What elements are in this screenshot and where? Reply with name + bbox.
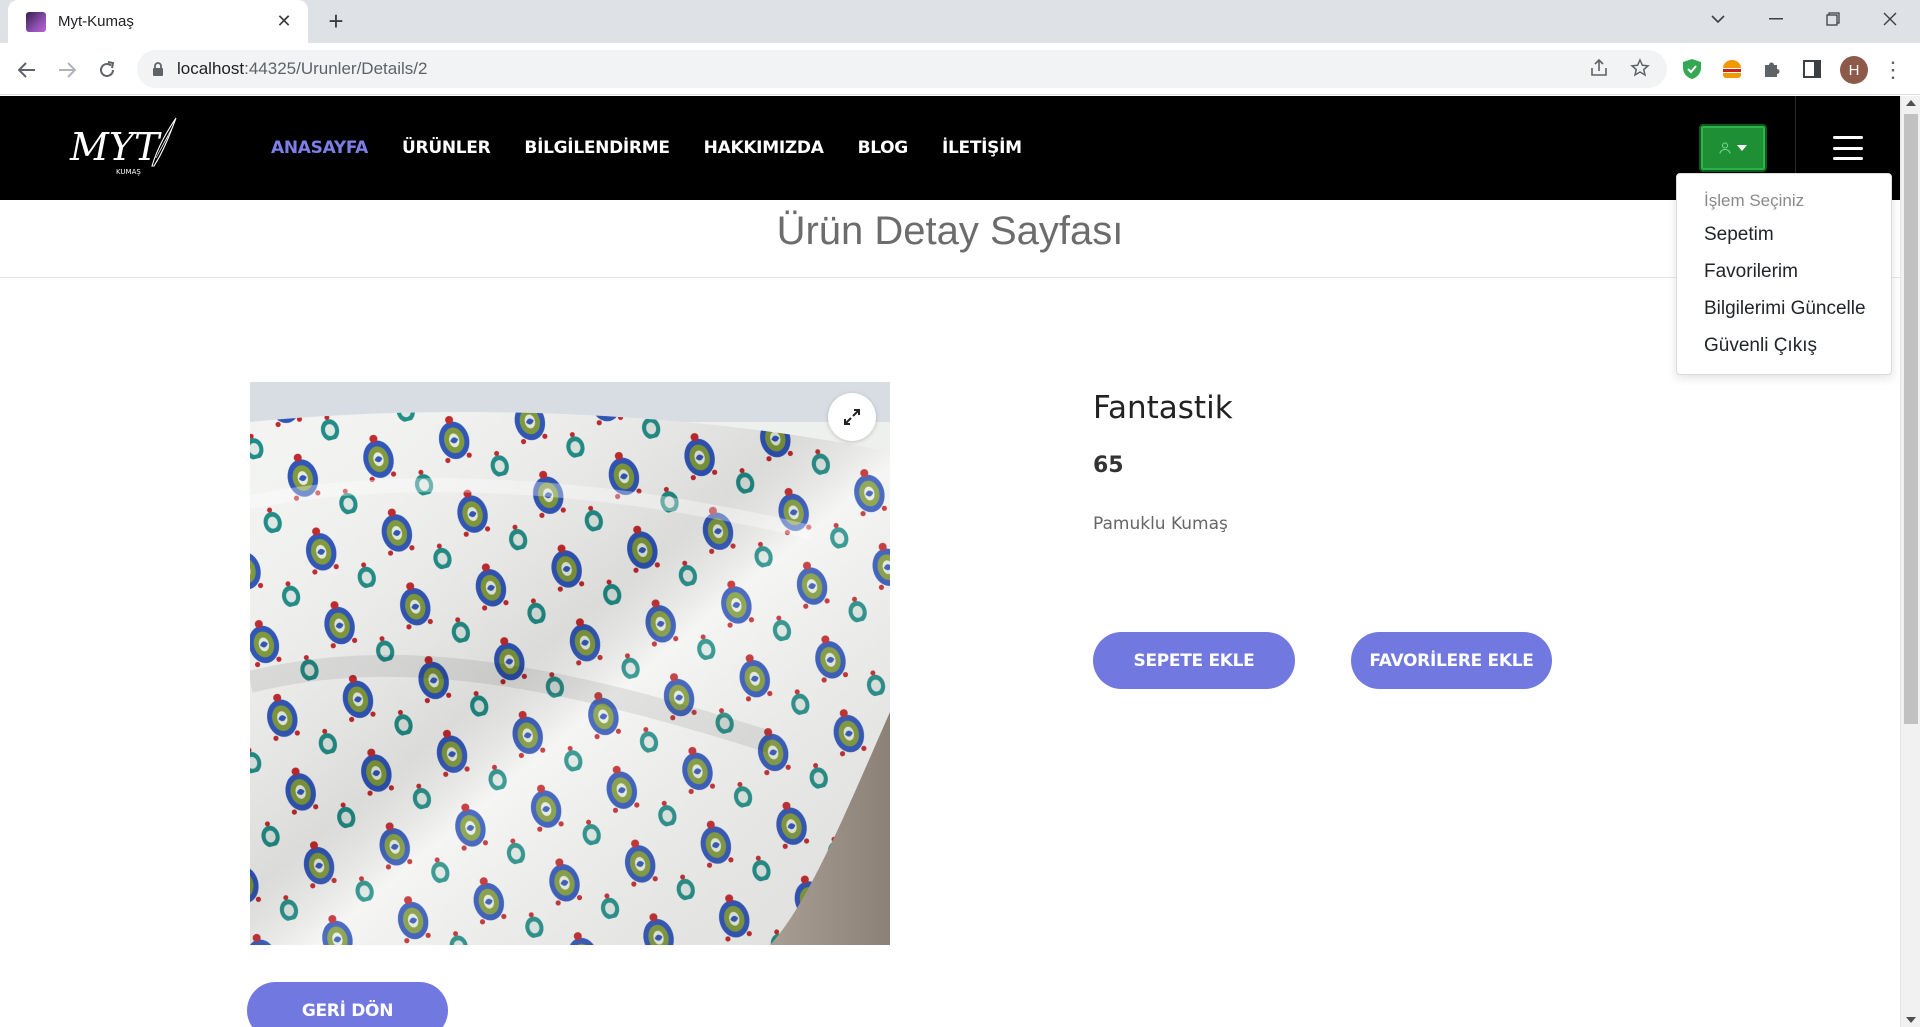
caret-down-icon bbox=[1737, 145, 1747, 151]
window-close-icon[interactable] bbox=[1862, 0, 1918, 38]
product-description: Pamuklu Kumaş bbox=[1093, 514, 1228, 534]
add-to-favorites-button[interactable]: FAVORİLERE EKLE bbox=[1351, 632, 1552, 689]
site-favicon-icon bbox=[26, 11, 46, 32]
dropdown-item-sepetim[interactable]: Sepetim bbox=[1677, 220, 1891, 257]
dropdown-header: İşlem Seçiniz bbox=[1704, 191, 1805, 210]
product-image[interactable] bbox=[250, 382, 890, 945]
page-viewport: MYT KUMAŞ ANASAYFA ÜRÜNLER BİLGİLENDİRME… bbox=[0, 96, 1920, 1027]
scroll-up-arrow-icon[interactable] bbox=[1906, 100, 1916, 106]
tab-title: Myt-Kumaş bbox=[58, 13, 134, 30]
url-text: localhost:44325/Urunler/Details/2 bbox=[177, 59, 428, 78]
tab-search-icon[interactable] bbox=[1690, 0, 1746, 38]
minimize-icon[interactable] bbox=[1748, 0, 1804, 38]
extensions-puzzle-icon[interactable] bbox=[1759, 56, 1785, 82]
user-menu-button[interactable] bbox=[1699, 124, 1767, 172]
nav-blog[interactable]: BLOG bbox=[858, 138, 909, 158]
page-title: Ürün Detay Sayfası bbox=[776, 209, 1124, 253]
user-icon bbox=[1719, 142, 1731, 154]
restore-icon[interactable] bbox=[1805, 0, 1861, 38]
browser-menu-icon[interactable]: ⋮ bbox=[1882, 55, 1904, 85]
forward-arrow-icon[interactable] bbox=[52, 55, 82, 85]
lock-icon bbox=[153, 62, 163, 76]
scroll-down-arrow-icon[interactable] bbox=[1906, 1017, 1916, 1023]
nav-urunler[interactable]: ÜRÜNLER bbox=[402, 138, 491, 158]
new-tab-icon[interactable]: + bbox=[322, 8, 350, 36]
burger-extension-icon[interactable] bbox=[1719, 56, 1745, 82]
user-dropdown-menu: İşlem Seçiniz Sepetim Favorilerim Bilgil… bbox=[1676, 173, 1892, 375]
product-name: Fantastik bbox=[1093, 390, 1233, 426]
browser-toolbar: localhost:44325/Urunler/Details/2 H ⋮ bbox=[0, 43, 1920, 95]
dropdown-item-favorilerim[interactable]: Favorilerim bbox=[1677, 257, 1891, 294]
add-to-cart-button[interactable]: SEPETE EKLE bbox=[1093, 632, 1295, 689]
browser-tab[interactable]: Myt-Kumaş ✕ bbox=[8, 0, 308, 43]
nav-anasayfa[interactable]: ANASAYFA bbox=[271, 138, 368, 158]
nav-iletisim[interactable]: İLETİŞİM bbox=[942, 138, 1022, 158]
main-nav: ANASAYFA ÜRÜNLER BİLGİLENDİRME HAKKIMIZD… bbox=[271, 96, 1056, 200]
svg-text:MYT: MYT bbox=[69, 125, 162, 169]
scrollbar-thumb[interactable] bbox=[1904, 114, 1918, 724]
product-price: 65 bbox=[1093, 453, 1124, 478]
share-icon[interactable] bbox=[1588, 58, 1610, 80]
svg-text:KUMAŞ: KUMAŞ bbox=[116, 168, 141, 176]
myt-kumas-logo[interactable]: MYT KUMAŞ bbox=[68, 116, 178, 180]
shield-extension-icon[interactable] bbox=[1679, 56, 1705, 82]
bookmark-star-icon[interactable] bbox=[1629, 58, 1651, 80]
reload-icon[interactable] bbox=[92, 55, 122, 85]
site-header: MYT KUMAŞ ANASAYFA ÜRÜNLER BİLGİLENDİRME… bbox=[0, 96, 1900, 200]
back-button[interactable]: GERİ DÖN bbox=[247, 982, 448, 1027]
dropdown-item-guvenli-cikis[interactable]: Güvenli Çıkış bbox=[1677, 331, 1891, 368]
address-bar[interactable]: localhost:44325/Urunler/Details/2 bbox=[137, 50, 1667, 88]
back-arrow-icon[interactable] bbox=[12, 55, 42, 85]
side-panel-icon[interactable] bbox=[1799, 56, 1825, 82]
nav-bilgilendirme[interactable]: BİLGİLENDİRME bbox=[524, 138, 670, 158]
browser-tabstrip: Myt-Kumaş ✕ + bbox=[0, 0, 1920, 43]
nav-hakkimizda[interactable]: HAKKIMIZDA bbox=[704, 138, 824, 158]
tab-close-icon[interactable]: ✕ bbox=[274, 11, 294, 32]
expand-image-button[interactable] bbox=[828, 393, 876, 441]
page-scrollbar[interactable] bbox=[1900, 96, 1920, 1027]
hamburger-menu-icon[interactable] bbox=[1833, 136, 1863, 160]
expand-icon bbox=[844, 409, 860, 425]
profile-avatar[interactable]: H bbox=[1840, 56, 1868, 84]
dropdown-item-bilgilerimi-guncelle[interactable]: Bilgilerimi Güncelle bbox=[1677, 294, 1891, 331]
